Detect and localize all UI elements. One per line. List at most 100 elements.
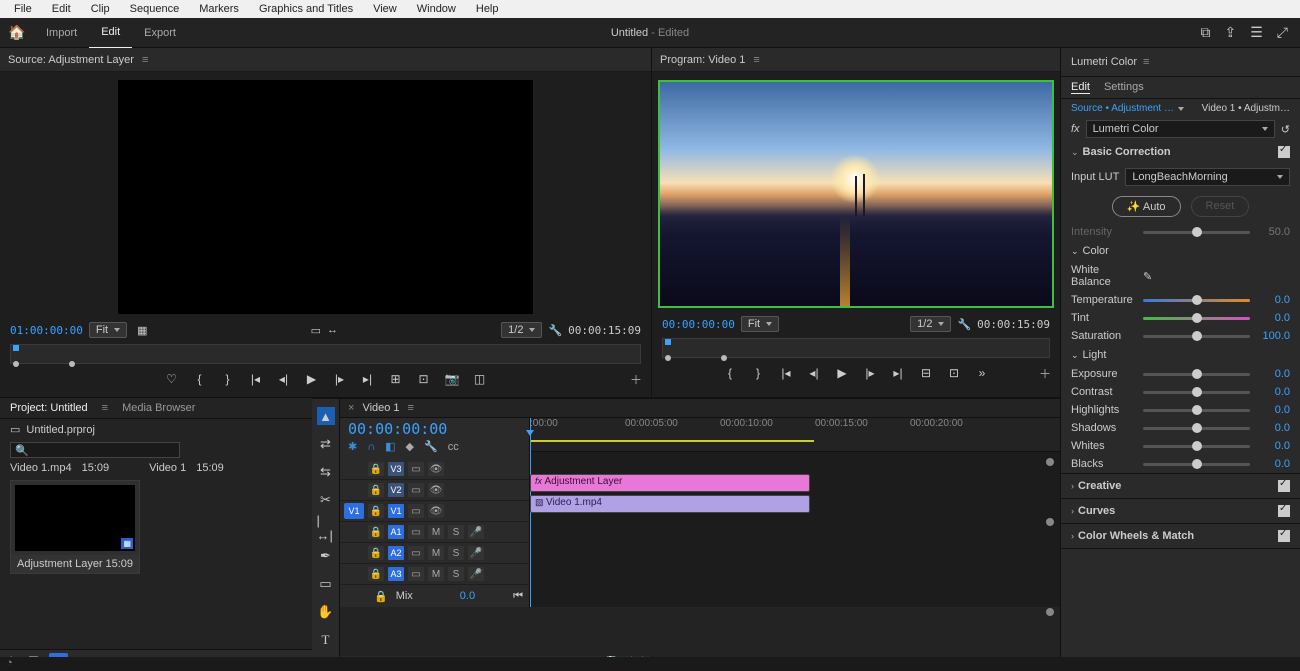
menu-window[interactable]: Window [407, 1, 466, 17]
wh-slider[interactable] [1143, 445, 1250, 448]
time-ruler[interactable]: :00:00 00:00:05:00 00:00:10:00 00:00:15:… [530, 418, 1060, 452]
sh-slider[interactable] [1143, 427, 1250, 430]
mix-value[interactable]: 0.0 [460, 590, 475, 602]
rectangle-tool-icon[interactable]: ▭ [317, 575, 335, 593]
hand-tool-icon[interactable]: ✋ [317, 603, 335, 621]
clip-video1[interactable]: ▧ Video 1.mp4 [530, 495, 810, 513]
eye-icon[interactable]: 👁 [428, 462, 444, 476]
program-res-select[interactable]: 1/2 [910, 316, 951, 332]
scroll-handle[interactable] [1046, 458, 1054, 466]
lock-icon[interactable]: 🔒 [368, 462, 384, 476]
temp-value[interactable]: 0.0 [1256, 294, 1290, 306]
lock-icon[interactable]: 🔒 [374, 590, 388, 603]
collapse-icon[interactable]: ⏮ [513, 590, 523, 603]
menu-markers[interactable]: Markers [189, 1, 249, 17]
program-in-tc[interactable]: 00:00:00:00 [662, 318, 735, 331]
prog-mark-in-icon[interactable]: { [723, 366, 737, 380]
scroll-handle[interactable] [1046, 608, 1054, 616]
marker-span-icon[interactable]: ◧ [385, 440, 395, 453]
menu-file[interactable]: File [4, 1, 42, 17]
lumetri-tab-settings[interactable]: Settings [1104, 81, 1144, 94]
share-icon[interactable]: ⇪ [1225, 24, 1237, 41]
sync-lock-icon[interactable]: ▭ [408, 504, 424, 518]
lut-select[interactable]: LongBeachMorning [1125, 168, 1290, 186]
solo-icon[interactable]: S [448, 525, 464, 539]
source-settings-icon[interactable]: ▦ [137, 324, 147, 337]
scroll-handle[interactable] [1046, 518, 1054, 526]
eye-icon[interactable]: 👁 [428, 504, 444, 518]
tab-media-browser[interactable]: Media Browser [122, 402, 195, 414]
menu-clip[interactable]: Clip [81, 1, 120, 17]
step-back-icon[interactable]: ◂| [277, 372, 291, 386]
section-wheels[interactable]: Color Wheels & Match [1078, 530, 1194, 542]
fx-reset-icon[interactable]: ↺ [1281, 123, 1290, 136]
basic-toggle-checkbox[interactable] [1278, 146, 1290, 158]
source-patch-v1[interactable]: V1 [344, 503, 364, 519]
hi-slider[interactable] [1143, 409, 1250, 412]
tab-import[interactable]: Import [34, 18, 89, 48]
track-v1[interactable]: V1🔒V1▭👁 [340, 501, 529, 522]
subsection-light[interactable]: Light [1083, 349, 1107, 361]
step-fwd-icon[interactable]: |▸ [333, 372, 347, 386]
mute-icon[interactable]: M [428, 525, 444, 539]
sat-slider[interactable] [1143, 335, 1250, 338]
prog-button-editor-icon[interactable]: ＋ [1038, 365, 1052, 382]
clip-adjustment-layer[interactable]: fx Adjustment Layer [530, 474, 810, 492]
mute-icon[interactable]: M [428, 546, 444, 560]
prog-goto-in-icon[interactable]: |◂ [779, 366, 793, 380]
sync-lock-icon[interactable]: ▭ [408, 525, 424, 539]
source-viewport[interactable] [118, 80, 533, 314]
voice-icon[interactable]: 🎤 [468, 525, 484, 539]
prog-goto-out-icon[interactable]: ▸| [891, 366, 905, 380]
track-select-tool-icon[interactable]: ⇄ [317, 435, 335, 453]
target-v3[interactable]: V3 [388, 462, 404, 476]
button-editor-icon[interactable]: ＋ [629, 371, 643, 388]
home-icon[interactable]: 🏠 [0, 18, 34, 48]
mark-in-icon[interactable]: { [193, 372, 207, 386]
source-in-tc[interactable]: 01:00:00:00 [10, 324, 83, 337]
sat-value[interactable]: 100.0 [1256, 330, 1290, 342]
source-fit-select[interactable]: Fit [89, 322, 127, 338]
bin-icon[interactable]: ▭ [10, 423, 20, 436]
bl-slider[interactable] [1143, 463, 1250, 466]
temp-slider[interactable] [1143, 299, 1250, 302]
con-slider[interactable] [1143, 391, 1250, 394]
bl-value[interactable]: 0.0 [1256, 458, 1290, 470]
timeline-tc[interactable]: 00:00:00:00 [340, 418, 529, 440]
timeline-menu-icon[interactable]: ≡ [408, 402, 414, 414]
wheels-toggle-checkbox[interactable] [1278, 530, 1290, 542]
sync-lock-icon[interactable]: ▭ [408, 462, 424, 476]
add-marker-icon[interactable]: ♡ [165, 372, 179, 386]
tint-slider[interactable] [1143, 317, 1250, 320]
slip-tool-icon[interactable]: |↔| [317, 519, 335, 537]
prog-play-icon[interactable]: ▶ [835, 366, 849, 380]
timeline-body[interactable]: :00:00 00:00:05:00 00:00:10:00 00:00:15:… [530, 418, 1060, 607]
fx-badge-icon[interactable]: fx [1071, 123, 1080, 135]
menu-view[interactable]: View [363, 1, 407, 17]
target-a1[interactable]: A1 [388, 525, 404, 539]
timeline-close-icon[interactable]: × [348, 402, 354, 414]
lock-icon[interactable]: 🔒 [368, 567, 384, 581]
source-res-select[interactable]: 1/2 [501, 322, 542, 338]
auto-button[interactable]: ✨ Auto [1112, 196, 1181, 217]
exp-value[interactable]: 0.0 [1256, 368, 1290, 380]
mute-icon[interactable]: M [428, 567, 444, 581]
play-icon[interactable]: ▶ [305, 372, 319, 386]
tab-project[interactable]: Project: Untitled [10, 402, 88, 414]
lumetri-menu-icon[interactable]: ≡ [1143, 56, 1149, 68]
source-scrubber[interactable] [10, 344, 641, 364]
voice-icon[interactable]: 🎤 [468, 546, 484, 560]
mark-out-icon[interactable]: } [221, 372, 235, 386]
tint-value[interactable]: 0.0 [1256, 312, 1290, 324]
prog-step-back-icon[interactable]: ◂| [807, 366, 821, 380]
snap-icon[interactable]: ✱ [348, 440, 357, 453]
track-v2[interactable]: 🔒V2▭👁 [340, 480, 529, 501]
tab-edit[interactable]: Edit [89, 17, 132, 49]
track-a1[interactable]: 🔒A1▭MS🎤 [340, 522, 529, 543]
section-creative[interactable]: Creative [1078, 480, 1121, 492]
linked-sel-icon[interactable]: ∩ [367, 441, 375, 453]
workspace-menu-icon[interactable]: ☰ [1250, 24, 1263, 41]
pen-tool-icon[interactable]: ✒ [317, 547, 335, 565]
insert-icon[interactable]: ⊞ [389, 372, 403, 386]
target-v2[interactable]: V2 [388, 483, 404, 497]
